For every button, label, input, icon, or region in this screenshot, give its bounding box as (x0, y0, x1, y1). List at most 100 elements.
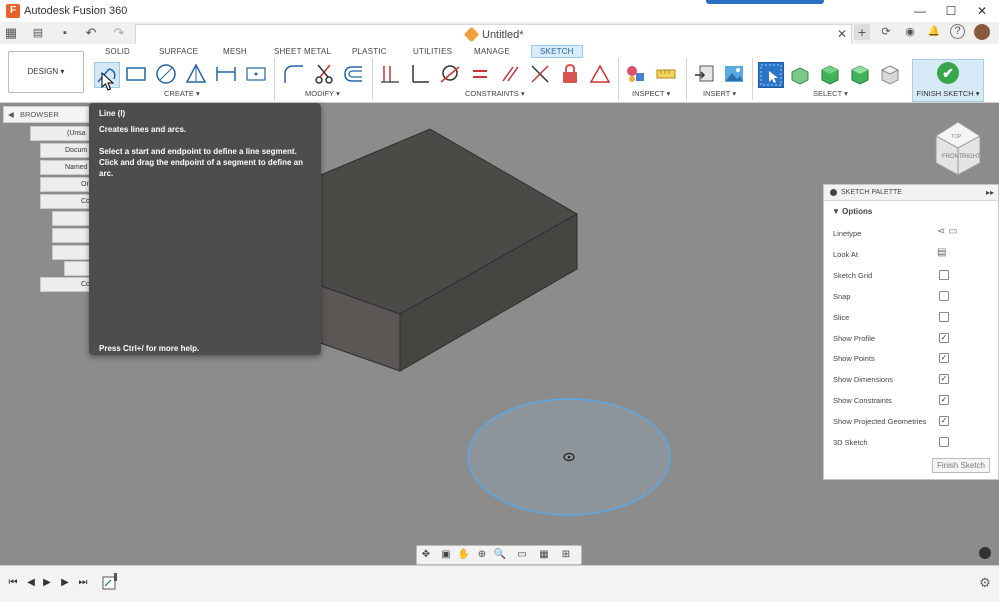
browser-item-folder[interactable] (52, 228, 92, 243)
look-at-icon[interactable]: ▤ (937, 247, 946, 258)
palette-row[interactable]: Look At ▤ (824, 244, 998, 265)
sketch-palette-header[interactable]: SKETCH PALETTE ▸▸ (824, 185, 998, 201)
palette-finish-sketch-button[interactable]: Finish Sketch (932, 458, 990, 473)
palette-checkbox[interactable] (939, 437, 949, 447)
browser-header[interactable]: ◀ BROWSER (3, 106, 93, 123)
browser-item-document-settings[interactable]: Docum (40, 143, 92, 158)
redo-icon[interactable]: ↷ (110, 25, 128, 41)
palette-checkbox[interactable]: ✓ (939, 332, 949, 343)
tab-utilities[interactable]: UTILITIES (413, 47, 452, 56)
insert-derive-button[interactable] (692, 62, 716, 86)
fix-constraint-button[interactable] (558, 62, 582, 86)
palette-row[interactable]: Show Projected Geometries ✓ (824, 411, 998, 432)
timeline-sketch-icon[interactable] (102, 573, 118, 593)
timeline-settings-icon[interactable]: ⚙ (978, 575, 992, 591)
new-tab-button[interactable]: + (854, 24, 870, 40)
timeline-previous-button[interactable]: ◀ (24, 575, 38, 591)
constraints-group-label[interactable]: CONSTRAINTS ▾ (465, 89, 525, 98)
linetype-icon[interactable]: ⋖ ▭ (937, 226, 958, 237)
palette-row[interactable]: Show Dimensions ✓ (824, 369, 998, 390)
tab-manage[interactable]: MANAGE (474, 47, 510, 56)
select-group-label[interactable]: SELECT ▾ (813, 89, 848, 98)
browser-item-folder[interactable] (52, 211, 92, 226)
measure-tool-button[interactable] (654, 62, 678, 86)
tab-surface[interactable]: SURFACE (159, 47, 198, 56)
palette-row[interactable]: Sketch Grid (824, 265, 998, 286)
options-section-header[interactable]: ▼ Options (832, 207, 872, 216)
coincident-constraint-button[interactable] (378, 62, 402, 86)
inspect-tool-button[interactable] (624, 62, 648, 86)
save-icon[interactable]: ▪ (58, 25, 72, 41)
minimize-button[interactable]: — (910, 3, 930, 19)
offset-tool-button[interactable] (342, 62, 366, 86)
perpendicular-constraint-button[interactable] (408, 62, 432, 86)
timeline-last-button[interactable]: ⏭ (76, 575, 90, 591)
palette-checkbox[interactable]: ✓ (939, 374, 949, 385)
orbit-icon[interactable]: ✥ (419, 547, 433, 563)
palette-checkbox[interactable] (939, 290, 949, 301)
file-menu-icon[interactable]: ▤ (28, 25, 48, 41)
pan-icon[interactable]: ✋ (457, 547, 471, 563)
palette-row[interactable]: Slice (824, 307, 998, 328)
modify-group-label[interactable]: MODIFY ▾ (305, 89, 340, 98)
polygon-tool-button[interactable] (184, 62, 208, 86)
insert-image-button[interactable] (722, 62, 746, 86)
palette-row[interactable]: Show Constraints ✓ (824, 390, 998, 411)
palette-row[interactable]: Linetype ⋖ ▭ (824, 223, 998, 244)
insert-group-label[interactable]: INSERT ▾ (703, 89, 736, 98)
select-vertex-button[interactable] (878, 62, 902, 86)
tab-sketch[interactable]: SKETCH (531, 45, 583, 58)
circle-tool-button[interactable] (154, 62, 178, 86)
browser-item-origin[interactable]: Or (40, 177, 92, 192)
orbit-indicator-icon[interactable] (979, 547, 991, 559)
browser-item-named-views[interactable]: Named (40, 160, 92, 175)
timeline-first-button[interactable]: ⏮ (6, 575, 20, 591)
look-at-icon[interactable]: ▣ (439, 547, 453, 563)
dimension-tool-button[interactable] (214, 62, 238, 86)
document-tab[interactable]: Untitled* ✕ (135, 24, 852, 45)
browser-item-component[interactable]: Co (40, 194, 92, 209)
tab-sheet-metal[interactable]: SHEET METAL (274, 47, 331, 56)
equal-constraint-button[interactable] (468, 62, 492, 86)
browser-root-item[interactable]: (Unsa (30, 126, 94, 141)
finish-sketch-button[interactable]: ✔ FINISH SKETCH ▾ (912, 59, 984, 102)
palette-row[interactable]: 3D Sketch (824, 432, 998, 453)
select-face-button[interactable] (818, 62, 842, 86)
extensions-icon[interactable]: ⟳ (878, 24, 894, 40)
palette-checkbox[interactable]: ✓ (939, 395, 949, 406)
rectangle-tool-button[interactable] (124, 62, 148, 86)
undo-icon[interactable]: ↶ (82, 25, 100, 41)
job-status-icon[interactable]: ◉ (902, 24, 918, 40)
browser-item-folder[interactable] (52, 245, 92, 260)
parallel-constraint-button[interactable] (498, 62, 522, 86)
palette-checkbox[interactable]: ✓ (939, 353, 949, 364)
timeline-play-button[interactable]: ▶ (40, 575, 54, 591)
close-button[interactable]: ✕ (972, 3, 992, 19)
symmetry-constraint-button[interactable] (588, 62, 612, 86)
fit-icon[interactable]: 🔍 (493, 547, 507, 563)
palette-checkbox[interactable] (939, 311, 949, 322)
tab-close-icon[interactable]: ✕ (837, 27, 847, 41)
tangent-constraint-button[interactable] (438, 62, 462, 86)
select-edge-button[interactable] (848, 62, 872, 86)
tab-mesh[interactable]: MESH (223, 47, 247, 56)
create-group-label[interactable]: CREATE ▾ (164, 89, 200, 98)
tab-plastic[interactable]: PLASTIC (352, 47, 387, 56)
viewports-icon[interactable]: ⊞ (559, 547, 573, 563)
grid-settings-icon[interactable]: ▦ (537, 547, 551, 563)
display-settings-icon[interactable]: ▭ (515, 547, 529, 563)
trim-tool-button[interactable] (312, 62, 336, 86)
inspect-group-label[interactable]: INSPECT ▾ (632, 89, 670, 98)
notifications-icon[interactable]: 🔔 (926, 24, 942, 40)
workspace-switcher[interactable]: DESIGN ▾ (8, 51, 84, 93)
palette-row[interactable]: Show Profile ✓ (824, 328, 998, 349)
browser-collapse-icon[interactable]: ◀ (8, 107, 14, 122)
point-tool-button[interactable] (244, 62, 268, 86)
select-body-button[interactable] (788, 62, 812, 86)
view-cube[interactable]: FRONT RIGHT TOP (935, 121, 981, 176)
palette-checkbox[interactable]: ✓ (939, 416, 949, 427)
browser-item-sketch[interactable] (64, 261, 92, 276)
palette-collapse-icon[interactable] (830, 189, 837, 196)
help-icon[interactable]: ? (950, 24, 965, 39)
fillet-tool-button[interactable] (282, 62, 306, 86)
